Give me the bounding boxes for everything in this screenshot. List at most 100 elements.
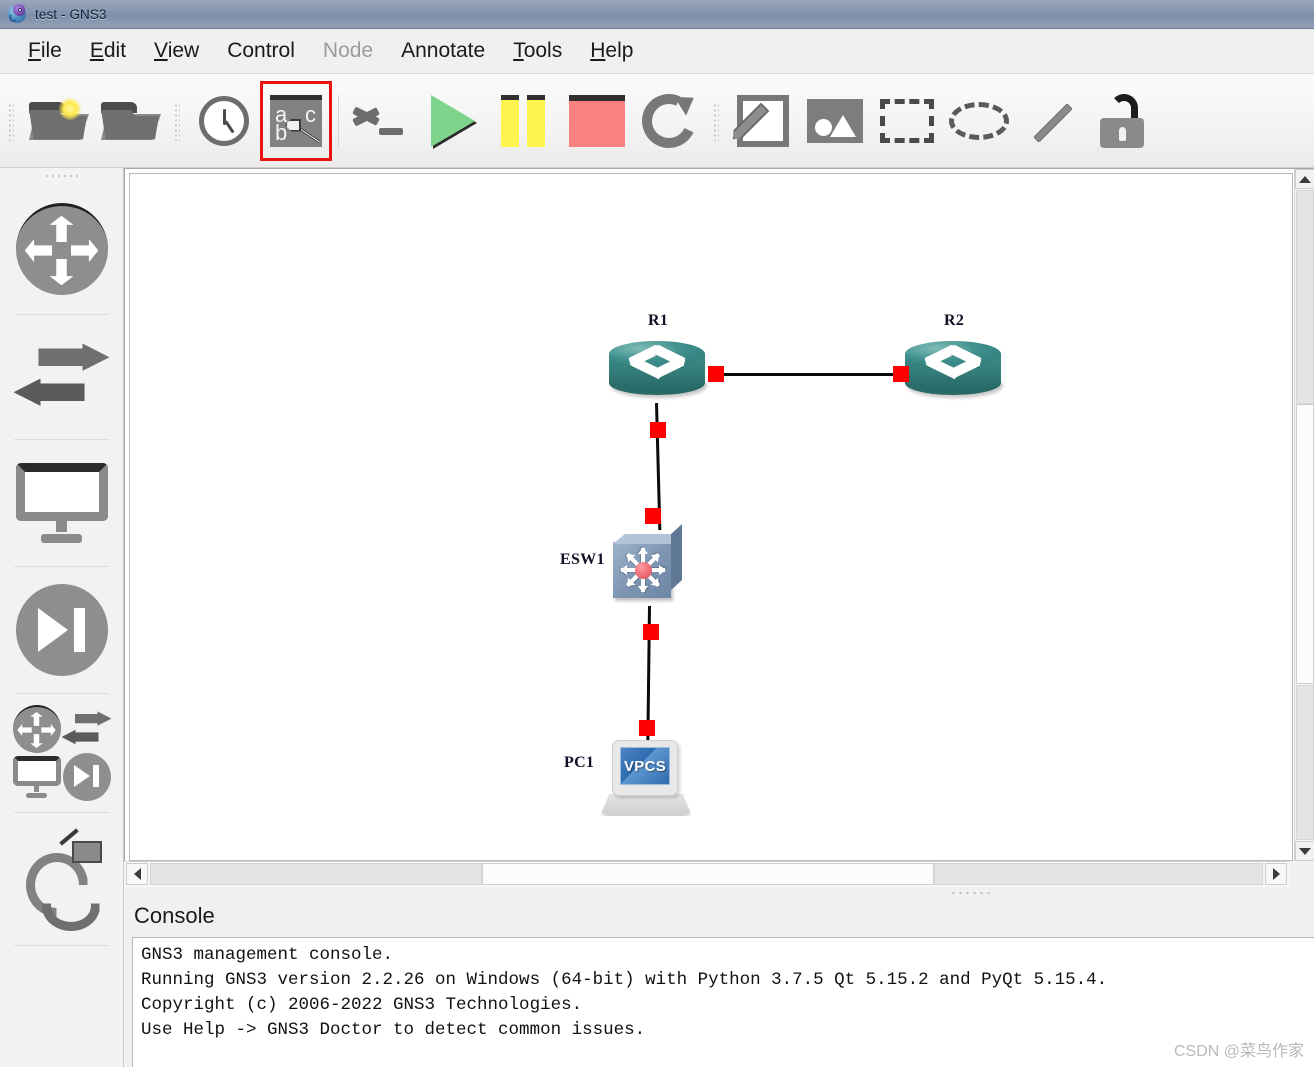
console-line: Use Help -> GNS3 Doctor to detect common…: [141, 1019, 646, 1040]
link-status-pc1-esw1[interactable]: [639, 720, 655, 736]
link-status-r1-esw1[interactable]: [650, 422, 666, 438]
toolbar-grip-3[interactable]: [708, 95, 724, 147]
device-all-devices[interactable]: [0, 694, 123, 812]
all-devices-security-icon: [62, 753, 111, 801]
recent-projects-button[interactable]: [188, 81, 260, 161]
reload-all-button[interactable]: [633, 81, 705, 161]
start-all-button[interactable]: [417, 81, 489, 161]
node-label-r1[interactable]: R1: [648, 312, 668, 330]
router-arrows-glyph-r2: [905, 344, 1001, 380]
open-project-button[interactable]: [94, 81, 166, 161]
stop-square-icon: [569, 94, 625, 147]
new-project-button[interactable]: [22, 81, 94, 161]
chevron-up-icon: [1299, 175, 1311, 183]
menu-bar: File Edit View Control Node Annotate Too…: [0, 29, 1314, 74]
node-r1[interactable]: [609, 341, 705, 397]
suspend-all-button[interactable]: [489, 81, 561, 161]
toolbar-separator-1: [338, 94, 339, 147]
hscroll-thumb[interactable]: [482, 863, 934, 885]
vscroll-track-bottom[interactable]: [1296, 685, 1314, 840]
node-pc1[interactable]: VPCS: [600, 740, 692, 818]
draw-rectangle-icon: [880, 98, 934, 143]
menu-control[interactable]: Control: [213, 37, 309, 65]
vscroll-thumb[interactable]: [1296, 404, 1314, 684]
router-icon: [15, 203, 108, 295]
add-link-tool[interactable]: [0, 813, 123, 945]
console-panel: Console GNS3 management console. Running…: [124, 899, 1314, 1067]
scrollbar-corner: [1289, 861, 1314, 887]
menu-tools[interactable]: Tools: [499, 37, 576, 65]
link-status-esw1-pc1[interactable]: [643, 624, 659, 640]
draw-ellipse-button[interactable]: [943, 81, 1015, 161]
console-line: Copyright (c) 2006-2022 GNS3 Technologie…: [141, 994, 583, 1015]
link-status-r1-r2[interactable]: [708, 366, 724, 382]
node-label-pc1[interactable]: PC1: [564, 754, 594, 772]
edit-annotation-button[interactable]: acb: [260, 80, 332, 161]
recent-projects-clock-icon: [199, 95, 249, 146]
stop-all-button[interactable]: [561, 81, 633, 161]
scroll-down-button[interactable]: [1295, 841, 1314, 861]
main-toolbar: acb: [0, 74, 1314, 168]
console-line: GNS3 management console.: [141, 945, 394, 965]
menu-view[interactable]: View: [140, 37, 213, 65]
canvas-horizontal-scrollbar[interactable]: [124, 861, 1289, 887]
topology-canvas[interactable]: R1 R2 ESW1 PC1 VPCS: [129, 173, 1293, 861]
menu-file-rest: ile: [40, 39, 62, 62]
menu-file[interactable]: File: [14, 37, 76, 65]
device-routers[interactable]: [0, 184, 123, 314]
toolbar-grip-2[interactable]: [169, 95, 185, 147]
vscroll-track-top[interactable]: [1296, 190, 1314, 404]
menu-help[interactable]: Help: [576, 37, 647, 65]
unlock-padlock-icon: [1100, 93, 1146, 148]
draw-rectangle-button[interactable]: [871, 81, 943, 161]
console-output[interactable]: GNS3 management console. Running GNS3 ve…: [132, 937, 1314, 1067]
device-security-devices[interactable]: [0, 567, 123, 693]
node-label-esw1[interactable]: ESW1: [560, 551, 605, 569]
menu-node: Node: [322, 39, 374, 62]
scroll-left-button[interactable]: [126, 863, 148, 885]
link-status-esw1-r1[interactable]: [645, 508, 661, 524]
csdn-watermark: CSDN @菜鸟作家: [1173, 1043, 1304, 1060]
hscroll-track-right[interactable]: [934, 863, 1263, 885]
menu-edit[interactable]: Edit: [76, 37, 140, 65]
end-device-icon: [15, 463, 108, 543]
node-esw1[interactable]: [613, 524, 683, 600]
vpcs-screen: VPCS: [620, 747, 670, 785]
insert-picture-icon: [807, 98, 863, 143]
link-status-r2-r1[interactable]: [893, 366, 909, 382]
draw-ellipse-icon: [949, 101, 1009, 140]
add-note-pencil-icon: [737, 94, 789, 147]
toolbar-grip-1[interactable]: [3, 95, 19, 147]
chevron-left-icon: [133, 868, 141, 880]
console-title: Console: [134, 903, 215, 928]
scroll-up-button[interactable]: [1295, 169, 1314, 189]
scroll-right-button[interactable]: [1265, 863, 1287, 885]
device-separator-6: [14, 945, 109, 946]
canvas-vertical-scrollbar[interactable]: [1294, 169, 1314, 861]
reload-circular-arrow-icon: [634, 85, 704, 156]
hscroll-track-left[interactable]: [150, 863, 482, 885]
lock-items-button[interactable]: [1087, 81, 1159, 161]
all-devices-router-icon: [12, 705, 61, 753]
device-toolbar-grip[interactable]: [0, 168, 123, 184]
chevron-right-icon: [1272, 868, 1280, 880]
console-all-button[interactable]: [345, 81, 417, 161]
node-r2[interactable]: [905, 341, 1001, 397]
console-terminal-icon: [352, 101, 409, 141]
edit-text-wand-icon: acb: [270, 94, 322, 147]
insert-image-button[interactable]: [799, 81, 871, 161]
menu-annotate[interactable]: Annotate: [387, 37, 499, 65]
device-end-devices[interactable]: [0, 440, 123, 566]
topology-canvas-area: R1 R2 ESW1 PC1 VPCS: [124, 168, 1314, 861]
chevron-down-icon: [1299, 847, 1311, 855]
title-bar: test - GNS3: [0, 0, 1314, 29]
draw-line-button[interactable]: [1015, 81, 1087, 161]
all-devices-switch-icon: [61, 709, 112, 749]
console-splitter-handle[interactable]: [124, 887, 1314, 899]
node-label-r2[interactable]: R2: [944, 312, 964, 330]
add-note-button[interactable]: [727, 81, 799, 161]
menu-tools-rest: ools: [523, 39, 563, 62]
device-switches[interactable]: [0, 315, 123, 439]
link-r1-r2[interactable]: [724, 373, 912, 376]
menu-view-rest: iew: [167, 39, 200, 62]
